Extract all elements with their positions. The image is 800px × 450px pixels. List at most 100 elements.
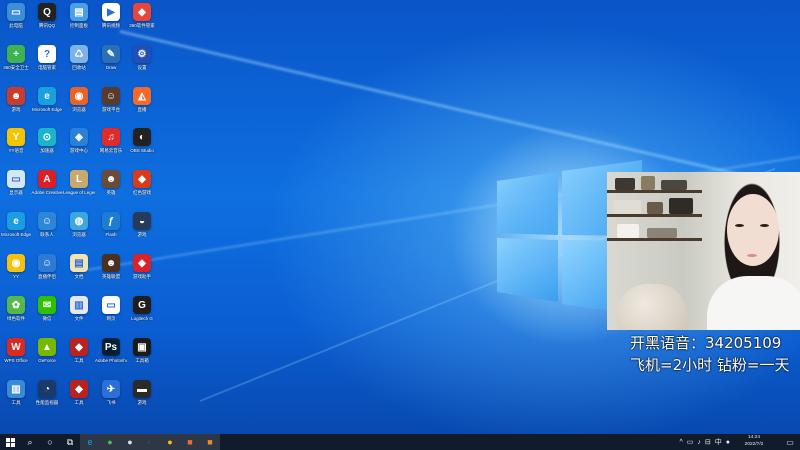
desktop-icon-cyan-app[interactable]: ⊙ 加速器 [31, 128, 63, 153]
tray-icon[interactable]: ♪ [697, 439, 701, 446]
desktop-icon-label: Adobe Photoshop [95, 358, 127, 363]
desktop-icon-label: Flash [105, 232, 117, 237]
desktop-icon-label: 英雄 [106, 190, 116, 195]
taskbar-task-view[interactable]: ⧉ [60, 434, 80, 450]
desktop-icon-gauge-app[interactable]: ◔ 性能监视器 [31, 380, 63, 405]
shelf [607, 190, 702, 193]
desktop-icon-security-guard[interactable]: +360安全卫士 [0, 45, 32, 70]
taskbar-obs[interactable]: ◐ [140, 434, 160, 450]
desktop-icon-nvidia[interactable]: ▲ GeForce [31, 338, 63, 363]
desktop-icon-flash[interactable]: ƒ Flash [95, 212, 127, 237]
desktop-icon-tencent-video[interactable]: ▶ 腾讯视频 [95, 3, 127, 28]
desktop-icon-globe-app[interactable]: ◍ 浏览器 [63, 212, 95, 237]
taskbar-search[interactable]: ⌕ [20, 434, 40, 450]
desktop-icon-orange-app[interactable]: ◭ 直播 [126, 87, 158, 112]
desktop-icon-label: 回收站 [72, 65, 86, 70]
desktop-icon-pen-tool[interactable]: ✎ Draw [95, 45, 127, 70]
desktop-icon-this-pc[interactable]: ▭ 此电脑 [0, 3, 32, 28]
taskbar-orange-app[interactable]: ■ [180, 434, 200, 450]
desktop-icon-league[interactable]: L League of Legends [63, 170, 95, 195]
desktop-icon-label: 360软件管家 [129, 23, 155, 28]
app-grid-icon: ◆ [133, 3, 151, 21]
desktop-icon-wps[interactable]: W WPS Office [0, 338, 32, 363]
desktop-icon-green-app[interactable]: ✿ 绿色软件 [0, 296, 32, 321]
desktop-icon-yellow-owl[interactable]: ◉ YY [0, 254, 32, 279]
desktop-icon-label: 文档 [74, 274, 84, 279]
desktop-icon-red-icon-2[interactable]: ◆ 工具 [63, 380, 95, 405]
desktop-icon-app-settings[interactable]: ⚙ 设置 [126, 45, 158, 70]
desktop-icon-red-icon[interactable]: ◆ 工具 [63, 338, 95, 363]
desktop-icon-cube-app[interactable]: ◈ 游戏中心 [63, 128, 95, 153]
desktop-icon-photoshop[interactable]: Ps Adobe Photoshop [95, 338, 127, 363]
help-icon: ? [38, 45, 56, 63]
desktop-icon-steam-app[interactable]: ◒ 游戏 [126, 212, 158, 237]
clock-date: 2022/7/2 [744, 441, 764, 447]
system-tray: ^ ▭ ♪ ⊟ 中 ● [679, 434, 730, 450]
desktop[interactable]: ▭ 此电脑 Q 腾讯QQ ▤ 控制面板 ▶ 腾讯视频 ◆ 360软件管家 +360安全卫士? 电脑管家… [0, 0, 800, 434]
tray-icon[interactable]: ● [726, 439, 730, 446]
netease-music-icon: ♫ [102, 128, 120, 146]
desktop-icon-red-app[interactable]: ◆ 游戏助手 [126, 254, 158, 279]
taskbar-circle-app[interactable]: ● [120, 434, 140, 450]
edge-icon: e [7, 212, 25, 230]
desktop-icon-black-app[interactable]: ▣ 工具箱 [126, 338, 158, 363]
tray-icon[interactable]: ▭ [687, 438, 694, 446]
notification-icon[interactable]: ▭ [780, 434, 800, 450]
desktop-icon-game-portrait[interactable]: ☻ 英雄 [95, 170, 127, 195]
taskbar-cortana[interactable]: ○ [40, 434, 60, 450]
desktop-icon-logitech[interactable]: G Logitech G [126, 296, 158, 321]
desktop-icon-app-grid[interactable]: ◆ 360软件管家 [126, 3, 158, 28]
orange-app-icon: ◭ [133, 87, 151, 105]
desktop-icon-hero-app[interactable]: ☻ 英雄联盟 [95, 254, 127, 279]
desktop-icon-label: 工具 [74, 400, 84, 405]
desktop-icon-doc-app[interactable]: ▤ 文档 [63, 254, 95, 279]
people-app-icon: ☺ [38, 212, 56, 230]
cube-app-icon: ◈ [70, 128, 88, 146]
doc-app-icon: ▤ [70, 254, 88, 272]
desktop-icon-recycle-bin[interactable]: ♺ 回收站 [63, 45, 95, 70]
tray-icon[interactable]: ⊟ [705, 438, 711, 446]
tray-icon[interactable]: 中 [715, 437, 722, 447]
desktop-icon-label: 游戏 [11, 107, 21, 112]
desktop-icon-paper-plane[interactable]: ✈ 飞书 [95, 380, 127, 405]
desktop-icon-wechat[interactable]: ✉ 微信 [31, 296, 63, 321]
desktop-icon-game-avatar[interactable]: ☺ 游戏平台 [95, 87, 127, 112]
desktop-icon-obs-studio[interactable]: ◐ OBS Studio [126, 128, 158, 153]
tray-icon[interactable]: ^ [679, 439, 682, 446]
desktop-icon-adobe-cc[interactable]: A Adobe Creative [31, 170, 63, 195]
cyan-app-icon: ⊙ [38, 128, 56, 146]
desktop-icon-white-app[interactable]: ▭ 网页 [95, 296, 127, 321]
shelf [607, 238, 702, 241]
desktop-icon-monitor-app[interactable]: ▭ 显示器 [0, 170, 32, 195]
desktop-icon-help[interactable]: ? 电脑管家 [31, 45, 63, 70]
logo-pane [497, 172, 558, 235]
desktop-icon-person-app[interactable]: ☺ 直播伴侣 [31, 254, 63, 279]
taskbar-orange-app-2[interactable]: ■ [200, 434, 220, 450]
taskbar-green-app[interactable]: ● [100, 434, 120, 450]
desktop-icon-blue-mark[interactable]: ▥ 工具 [0, 380, 32, 405]
desktop-icon-game-char[interactable]: ☻ 游戏 [0, 87, 32, 112]
desktop-icon-control-panel[interactable]: ▤ 控制面板 [63, 3, 95, 28]
desktop-icon-label: 网易云音乐 [99, 148, 123, 153]
desktop-icon-netease-music[interactable]: ♫ 网易云音乐 [95, 128, 127, 153]
desktop-icon-label: 直播伴侣 [38, 274, 56, 279]
windows-start-icon[interactable] [0, 434, 20, 450]
orange-app-icon: ■ [187, 437, 193, 447]
desktop-icon-label: 加速器 [40, 148, 54, 153]
desktop-icon-qq[interactable]: Q 腾讯QQ [31, 3, 63, 28]
taskbar-yy[interactable]: ● [160, 434, 180, 450]
taskbar-edge[interactable]: e [80, 434, 100, 450]
desktop-icon-blue-doc[interactable]: ▥ 文件 [63, 296, 95, 321]
desktop-icon-dark-app[interactable]: ▬ 游戏 [126, 380, 158, 405]
desktop-icon-label: 控制面板 [70, 23, 88, 28]
desktop-icon-label: 游戏中心 [70, 148, 88, 153]
desktop-icon-edge[interactable]: e Microsoft Edge [0, 212, 32, 237]
person-shirt [707, 276, 800, 330]
desktop-icon-red-game[interactable]: ◆ 红色游戏 [126, 170, 158, 195]
desktop-icon-yy-voice[interactable]: Y YY语音 [0, 128, 32, 153]
desktop-icon-edge-legacy[interactable]: e Microsoft Edge [31, 87, 63, 112]
desktop-icon-people-app[interactable]: ☺ 联系人 [31, 212, 63, 237]
desktop-icon-browser-orange[interactable]: ◉ 浏览器 [63, 87, 95, 112]
clock[interactable]: 14:24 2022/7/2 [736, 435, 772, 448]
desktop-icon-label: 飞书 [106, 400, 116, 405]
